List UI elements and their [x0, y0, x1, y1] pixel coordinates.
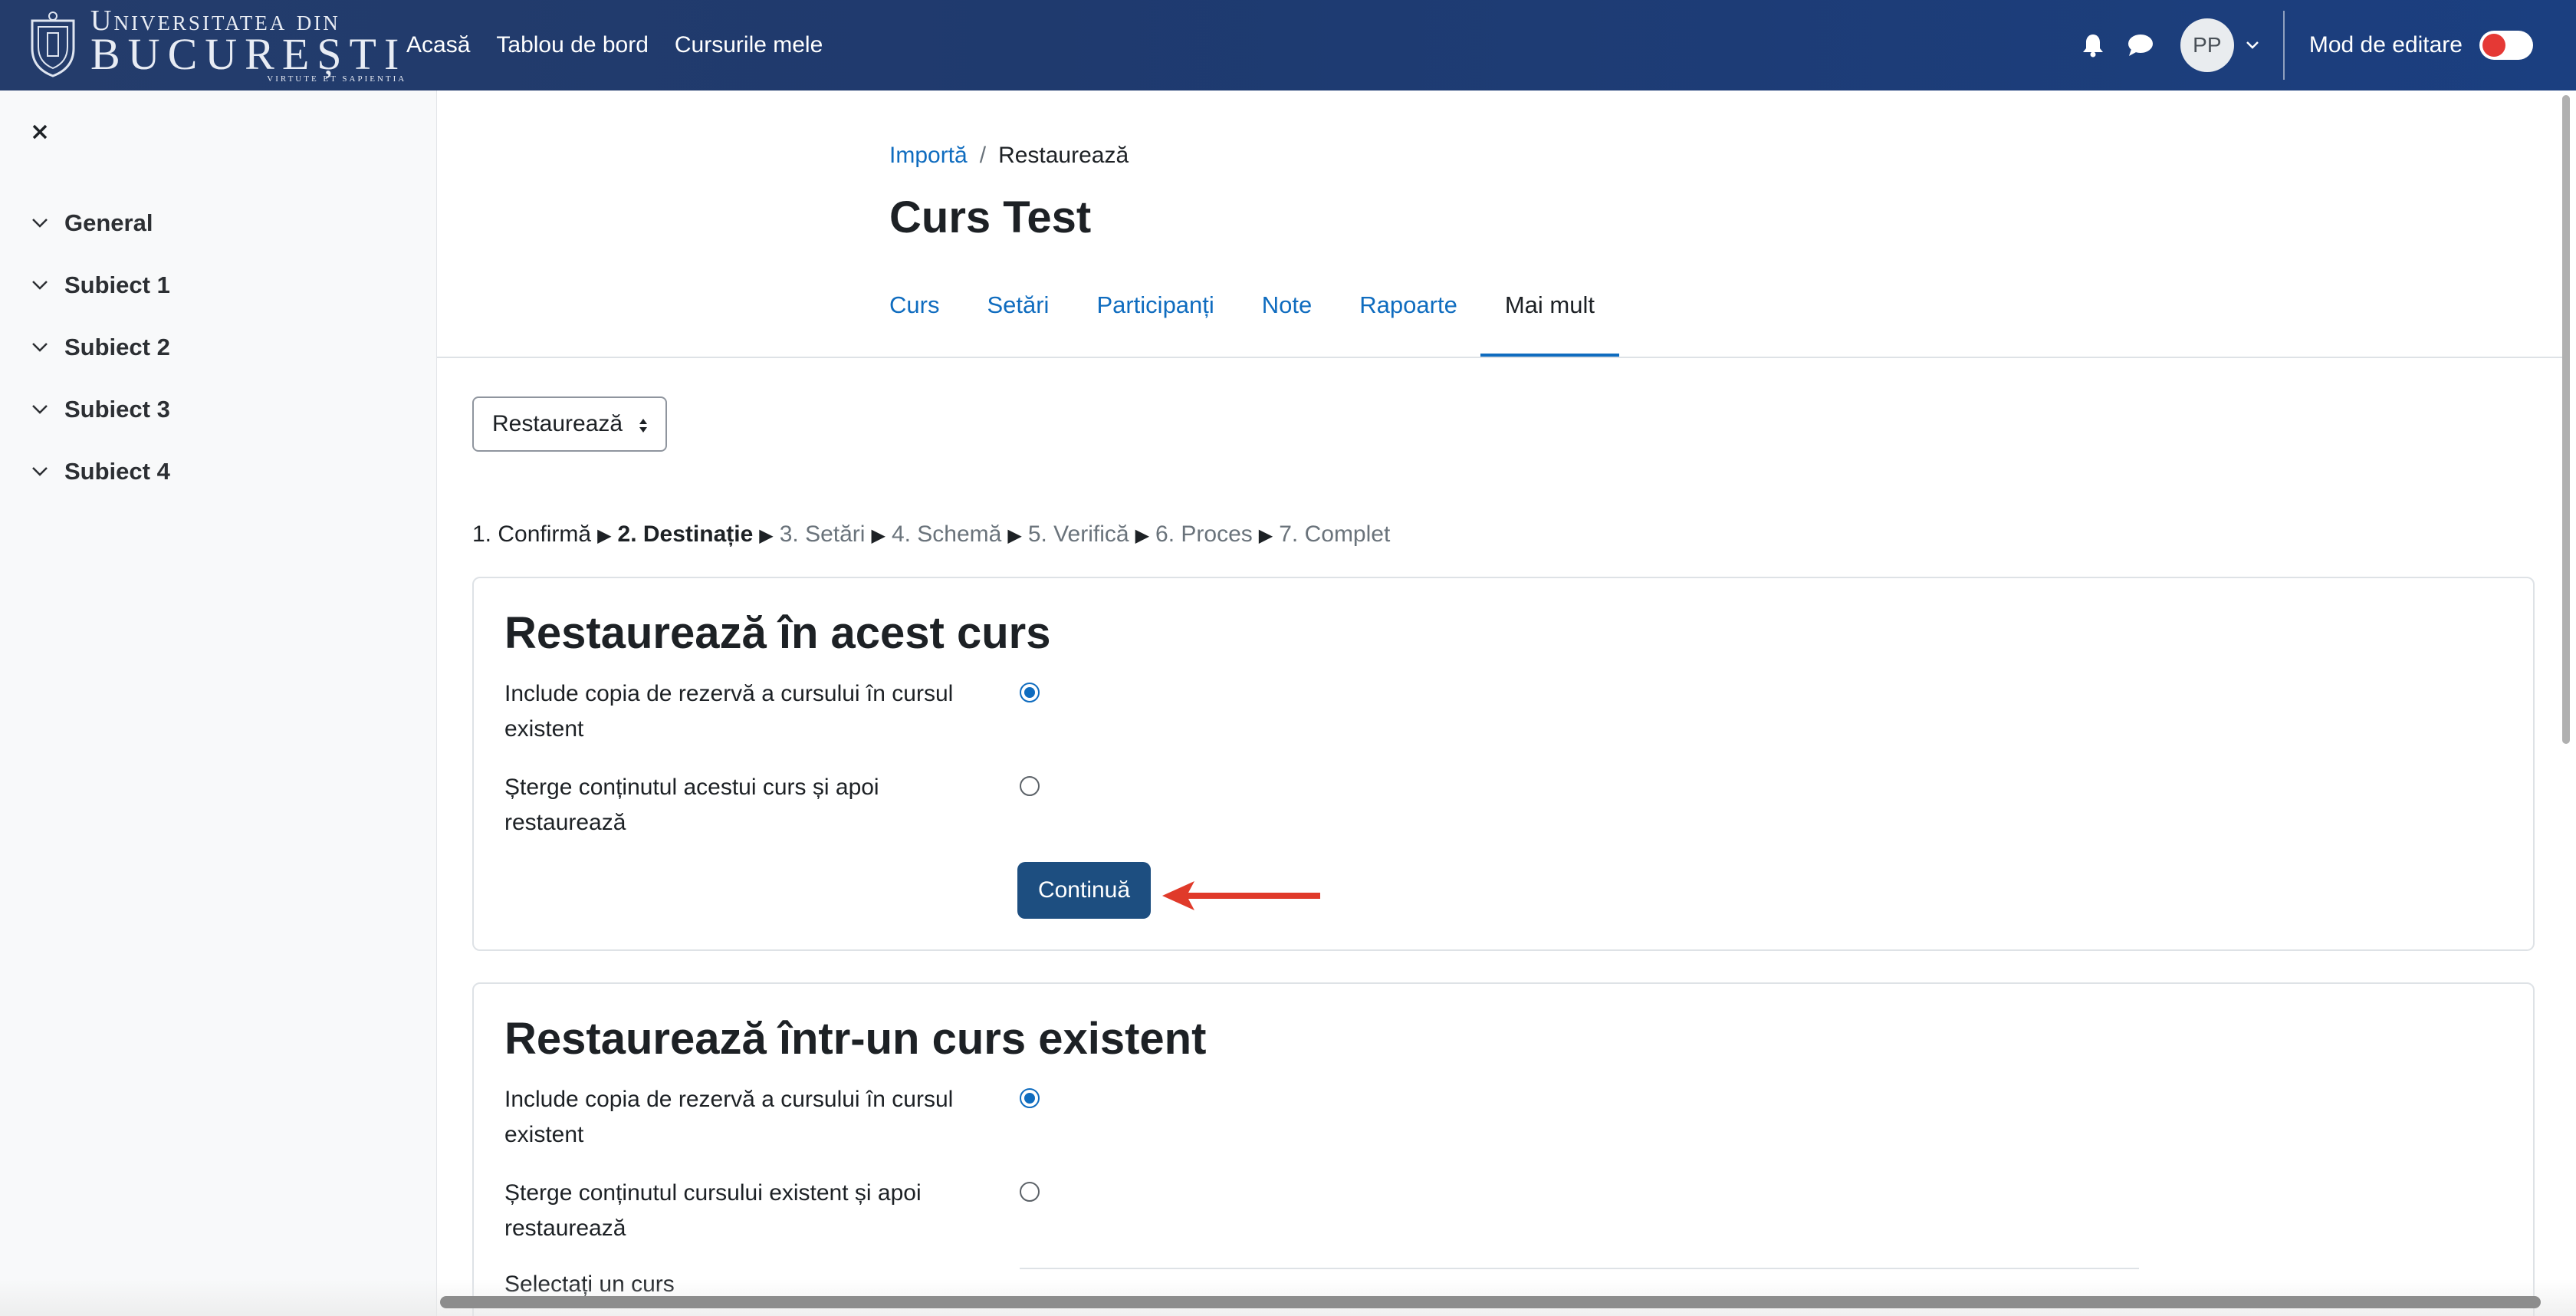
chevron-down-icon[interactable] [31, 462, 51, 482]
radio-delete-restore[interactable] [1020, 776, 1040, 796]
edit-mode-toggle[interactable] [2479, 31, 2533, 60]
drawer-item-general[interactable]: General [31, 209, 153, 237]
drawer-item-subiect-3[interactable]: Subiect 3 [31, 396, 170, 423]
tab-more[interactable]: Mai mult [1480, 291, 1620, 357]
drawer-item-label: Subiect 4 [64, 458, 170, 485]
logo-line2: BUCUREȘTI [90, 28, 407, 79]
course-index-drawer: General Subiect 1 Subiect 2 Subiect 3 Su… [0, 90, 437, 1316]
drawer-item-label: General [64, 209, 153, 236]
step-review: 5. Verifică [1027, 521, 1129, 547]
card-title: Restaurează într-un curs existent [504, 1014, 1207, 1064]
nav-divider [2282, 11, 2285, 80]
university-logo[interactable]: Universitatea din BUCUREȘTI VIRTUTE ET S… [25, 6, 406, 83]
action-select-value: Restaurează [492, 411, 623, 436]
bell-icon[interactable] [2078, 30, 2108, 61]
nav-link-dashboard[interactable]: Tablou de bord [496, 32, 649, 58]
option-label-delete-restore: Șterge conținutul cursului existent și a… [504, 1180, 922, 1241]
nav-link-my-courses[interactable]: Cursurile mele [675, 32, 823, 58]
edit-mode-label: Mod de editare [2308, 32, 2463, 58]
breadcrumb-link-import[interactable]: Importă [889, 143, 968, 169]
step-separator: ▶ [759, 525, 774, 546]
step-process: 6. Proces [1155, 521, 1253, 547]
page-title: Curs Test [889, 192, 1092, 242]
tab-settings[interactable]: Setări [987, 291, 1049, 357]
breadcrumb-separator: / [979, 143, 987, 168]
annotation-arrow-icon [1162, 881, 1320, 910]
step-separator: ▶ [1135, 525, 1150, 546]
tab-participants[interactable]: Participanți [1096, 291, 1214, 357]
course-search-table-top [1020, 1268, 2139, 1269]
chevron-down-icon[interactable] [31, 400, 51, 419]
close-icon[interactable] [29, 121, 51, 143]
option-label-merge: Include copia de rezervă a cursului în c… [504, 1087, 954, 1147]
chevron-down-icon[interactable] [2245, 38, 2260, 53]
drawer-item-label: Subiect 3 [64, 396, 170, 423]
continue-button[interactable]: Continuă [1017, 862, 1151, 919]
drawer-item-label: Subiect 1 [64, 271, 170, 298]
secondary-navigation: Curs Setări Participanți Note Rapoarte M… [889, 291, 1642, 357]
chat-bubble-icon[interactable] [2125, 30, 2156, 61]
drawer-item-subiect-1[interactable]: Subiect 1 [31, 271, 170, 299]
radio-merge[interactable] [1020, 683, 1040, 702]
step-separator: ▶ [597, 525, 612, 546]
primary-navigation: Acasă Tablou de bord Cursurile mele [406, 0, 849, 90]
step-schema: 4. Schemă [891, 521, 1002, 547]
avatar[interactable]: PP [2180, 18, 2234, 72]
step-confirm: 1. Confirmă [472, 521, 592, 547]
drawer-item-label: Subiect 2 [64, 334, 170, 360]
toggle-knob [2482, 34, 2505, 57]
radio-merge-existing[interactable] [1020, 1088, 1040, 1108]
breadcrumb-current: Restaurează [998, 143, 1129, 168]
secondary-nav-divider [437, 357, 2564, 358]
step-separator: ▶ [1007, 525, 1022, 546]
restore-steps: 1. Confirmă ▶ 2. Destinație ▶ 3. Setări ▶ 4. S… [472, 521, 1390, 548]
tab-grades[interactable]: Note [1262, 291, 1312, 357]
action-select[interactable]: Restaurează [472, 396, 667, 452]
radio-delete-restore-existing[interactable] [1020, 1182, 1040, 1202]
chevron-down-icon[interactable] [31, 213, 51, 233]
top-navbar: Universitatea din BUCUREȘTI VIRTUTE ET S… [0, 0, 2576, 90]
tab-reports[interactable]: Rapoarte [1359, 291, 1457, 357]
step-complete: 7. Complet [1279, 521, 1391, 547]
university-crest-icon [31, 12, 75, 77]
step-destination: 2. Destinație [617, 521, 754, 547]
step-separator: ▶ [871, 525, 886, 546]
horizontal-scrollbar[interactable] [440, 1296, 2541, 1308]
card-title: Restaurează în acest curs [504, 608, 1051, 658]
select-arrows-icon [639, 419, 647, 433]
restore-existing-course-card: Restaurează într-un curs existent Includ… [472, 982, 2535, 1316]
step-separator: ▶ [1258, 525, 1273, 546]
user-navigation: PP Mod de editare [2078, 0, 2576, 90]
select-course-label: Selectați un curs [504, 1272, 675, 1297]
breadcrumb: Importă / Restaurează [889, 143, 1129, 169]
vertical-scrollbar[interactable] [2562, 95, 2570, 744]
option-label-delete-restore: Șterge conținutul acestui curs și apoi r… [504, 775, 879, 835]
drawer-item-subiect-2[interactable]: Subiect 2 [31, 334, 170, 361]
chevron-down-icon[interactable] [31, 275, 51, 295]
restore-this-course-card: Restaurează în acest curs Include copia … [472, 577, 2535, 951]
nav-link-home[interactable]: Acasă [406, 32, 470, 58]
tab-course[interactable]: Curs [889, 291, 939, 357]
step-settings: 3. Setări [779, 521, 866, 547]
drawer-item-subiect-4[interactable]: Subiect 4 [31, 458, 170, 485]
chevron-down-icon[interactable] [31, 337, 51, 357]
option-label-merge: Include copia de rezervă a cursului în c… [504, 681, 954, 742]
